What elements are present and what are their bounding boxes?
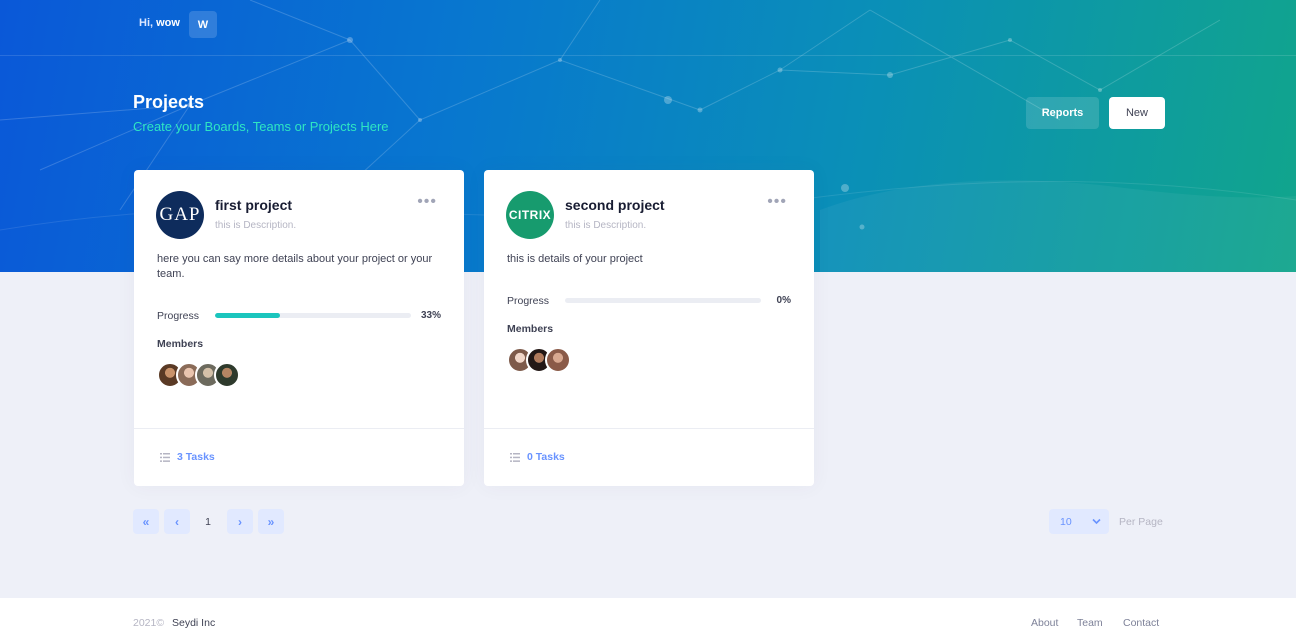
company-link[interactable]: Seydi Inc (172, 617, 215, 629)
project-card: GAP first project this is Description. •… (134, 170, 464, 486)
logo-text: CITRIX (508, 208, 552, 222)
tasks-count[interactable]: 3 Tasks (177, 451, 215, 463)
project-description: this is Description. (215, 220, 297, 231)
project-title[interactable]: second project (565, 197, 665, 213)
page-subtitle: Create your Boards, Teams or Projects He… (133, 119, 389, 134)
progress-label: Progress (157, 310, 200, 322)
tasks-link[interactable]: 0 Tasks (510, 451, 565, 463)
tasks-link[interactable]: 3 Tasks (160, 451, 215, 463)
members-list (507, 347, 571, 373)
new-project-button[interactable]: New (1109, 97, 1165, 129)
user-avatar-button[interactable]: W (189, 11, 217, 38)
progress-label: Progress (507, 295, 550, 307)
members-label: Members (157, 338, 204, 350)
per-page-select[interactable]: 10 (1049, 509, 1109, 534)
progress-percent: 33% (420, 310, 441, 321)
member-avatar[interactable] (214, 362, 240, 388)
double-chevron-right-icon: » (267, 514, 275, 529)
project-card: CITRIX second project this is Descriptio… (484, 170, 814, 486)
citrix-logo: CITRIX (506, 191, 554, 239)
page-title: Projects (133, 92, 205, 112)
first-page-button[interactable]: « (133, 509, 159, 534)
logo-text: GAP (159, 204, 201, 225)
per-page-label: Per Page (1119, 516, 1163, 528)
username: wow (156, 17, 180, 29)
card-footer: 3 Tasks (134, 428, 464, 486)
project-details: this is details of your project (507, 253, 643, 265)
list-icon (160, 452, 170, 462)
reports-button[interactable]: Reports (1026, 97, 1099, 129)
top-bar: Hi, wow W (0, 0, 1296, 56)
more-options-icon[interactable]: ••• (767, 194, 787, 210)
footer-link-contact[interactable]: Contact (1123, 617, 1159, 629)
project-details: here you can say more details about your… (157, 253, 433, 280)
more-options-icon[interactable]: ••• (417, 194, 437, 210)
progress-bar (215, 313, 411, 318)
double-chevron-left-icon: « (142, 514, 150, 529)
chevron-left-icon: ‹ (175, 514, 179, 529)
chevron-right-icon: › (238, 514, 242, 529)
previous-page-button[interactable]: ‹ (164, 509, 190, 534)
gap-logo: GAP (156, 191, 204, 239)
progress-fill (215, 313, 280, 318)
progress-bar (565, 298, 761, 303)
card-footer: 0 Tasks (484, 428, 814, 486)
copyright-year: 2021© (133, 617, 165, 629)
page-number-current[interactable]: 1 (196, 509, 220, 534)
chevron-down-icon (1092, 518, 1101, 525)
project-description: this is Description. (565, 220, 647, 231)
project-title[interactable]: first project (215, 197, 292, 213)
list-icon (510, 452, 520, 462)
tasks-count[interactable]: 0 Tasks (527, 451, 565, 463)
per-page-value: 10 (1060, 515, 1072, 528)
members-label: Members (507, 323, 554, 335)
next-page-button[interactable]: › (227, 509, 253, 534)
last-page-button[interactable]: » (258, 509, 284, 534)
footer-link-team[interactable]: Team (1077, 617, 1103, 629)
footer-link-about[interactable]: About (1031, 617, 1058, 629)
members-list (157, 362, 240, 388)
progress-percent: 0% (776, 295, 791, 306)
greeting: Hi, wow (139, 17, 180, 29)
greeting-prefix: Hi, (139, 17, 154, 29)
member-avatar[interactable] (545, 347, 571, 373)
footer: 2021© Seydi Inc About Team Contact (0, 598, 1296, 644)
